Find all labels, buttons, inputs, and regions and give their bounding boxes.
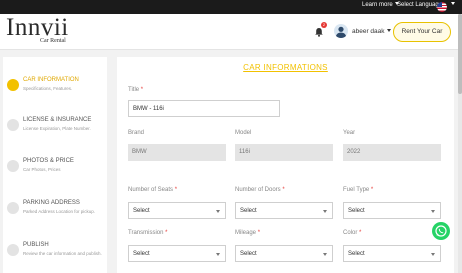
step-indicator — [7, 119, 19, 131]
step-indicator — [7, 202, 19, 214]
step-title: PHOTOS & PRICE — [23, 158, 74, 164]
car-information-form: CAR INFORMATIONS Title * BMW - 116i Bran… — [117, 57, 454, 273]
step-description: License Expiration, Plate Number. — [23, 126, 91, 131]
year-label: Year — [343, 130, 356, 136]
seats-label: Number of Seats * — [128, 187, 178, 193]
step-indicator — [7, 79, 19, 91]
logo-subtitle: Car Rental — [40, 38, 66, 44]
header: Innvii Car Rental 2 abeer daak Rent Your… — [0, 14, 458, 50]
us-flag-icon[interactable] — [437, 2, 447, 12]
year-field: 2022 — [343, 144, 441, 161]
step-parking-address[interactable]: PARKING ADDRESS Parked Address Location … — [3, 188, 107, 228]
username-label: abeer daak — [352, 28, 385, 35]
step-description: Review the car information and publish. — [23, 251, 102, 256]
step-description: Specifications, Features. — [23, 86, 73, 91]
learn-more-label: Learn more — [362, 2, 393, 8]
model-label: Model — [235, 130, 252, 136]
chevron-down-icon — [431, 210, 435, 213]
chevron-down-icon — [431, 253, 435, 256]
step-car-information[interactable]: CAR INFORMATION Specifications, Features… — [3, 65, 107, 105]
chevron-down-icon — [216, 253, 220, 256]
model-field: 116i — [235, 144, 333, 161]
whatsapp-icon[interactable] — [432, 222, 450, 240]
transmission-label: Transmission * — [128, 230, 168, 236]
step-title: PUBLISH — [23, 242, 49, 248]
transmission-select[interactable]: Select — [128, 245, 226, 262]
color-label: Color * — [343, 230, 362, 236]
brand-label: Brand — [128, 130, 145, 136]
section-title: CAR INFORMATIONS — [243, 63, 328, 72]
step-title: PARKING ADDRESS — [23, 200, 80, 206]
notification-badge: 2 — [321, 22, 327, 28]
steps-sidebar: CAR INFORMATION Specifications, Features… — [3, 57, 107, 273]
doors-select[interactable]: Select — [235, 202, 333, 219]
fuel-type-select[interactable]: Select — [343, 202, 441, 219]
brand-field: BMW — [128, 144, 226, 161]
mileage-select[interactable]: Select — [235, 245, 333, 262]
step-indicator — [7, 160, 19, 172]
step-license-insurance[interactable]: LICENSE & INSURANCE License Expiration, … — [3, 105, 107, 145]
title-input[interactable]: BMW - 116i — [128, 100, 280, 117]
chevron-down-icon — [386, 29, 391, 32]
rent-your-car-button[interactable]: Rent Your Car — [393, 22, 451, 42]
language-caret-icon[interactable] — [449, 2, 455, 8]
bell-icon[interactable] — [314, 27, 324, 37]
step-photos-price[interactable]: PHOTOS & PRICE Car Photos, Prices — [3, 146, 107, 186]
fuel-type-label: Fuel Type * — [343, 187, 374, 193]
color-select[interactable]: Select — [343, 245, 441, 262]
step-description: Parked Address Location for pickup. — [23, 209, 96, 214]
step-title: LICENSE & INSURANCE — [23, 117, 92, 123]
top-bar: Learn more Select Language — [0, 0, 462, 14]
chevron-down-icon — [323, 210, 327, 213]
chevron-down-icon — [323, 253, 327, 256]
seats-select[interactable]: Select — [128, 202, 226, 219]
mileage-label: Mileage * — [235, 230, 261, 236]
avatar[interactable] — [334, 24, 348, 38]
step-publish[interactable]: PUBLISH Review the car information and p… — [3, 230, 107, 270]
select-language-label: Select Language — [397, 2, 443, 8]
user-menu[interactable]: abeer daak — [352, 28, 391, 35]
step-description: Car Photos, Prices — [23, 167, 61, 172]
select-language-menu[interactable]: Select Language — [397, 2, 442, 8]
step-title: CAR INFORMATION — [23, 77, 79, 83]
step-indicator — [7, 244, 19, 256]
title-label: Title * — [128, 87, 144, 93]
chevron-down-icon — [216, 210, 220, 213]
learn-more-menu[interactable]: Learn more — [362, 2, 399, 8]
doors-label: Number of Doors * — [235, 187, 285, 193]
scrollbar-thumb[interactable] — [458, 14, 462, 94]
